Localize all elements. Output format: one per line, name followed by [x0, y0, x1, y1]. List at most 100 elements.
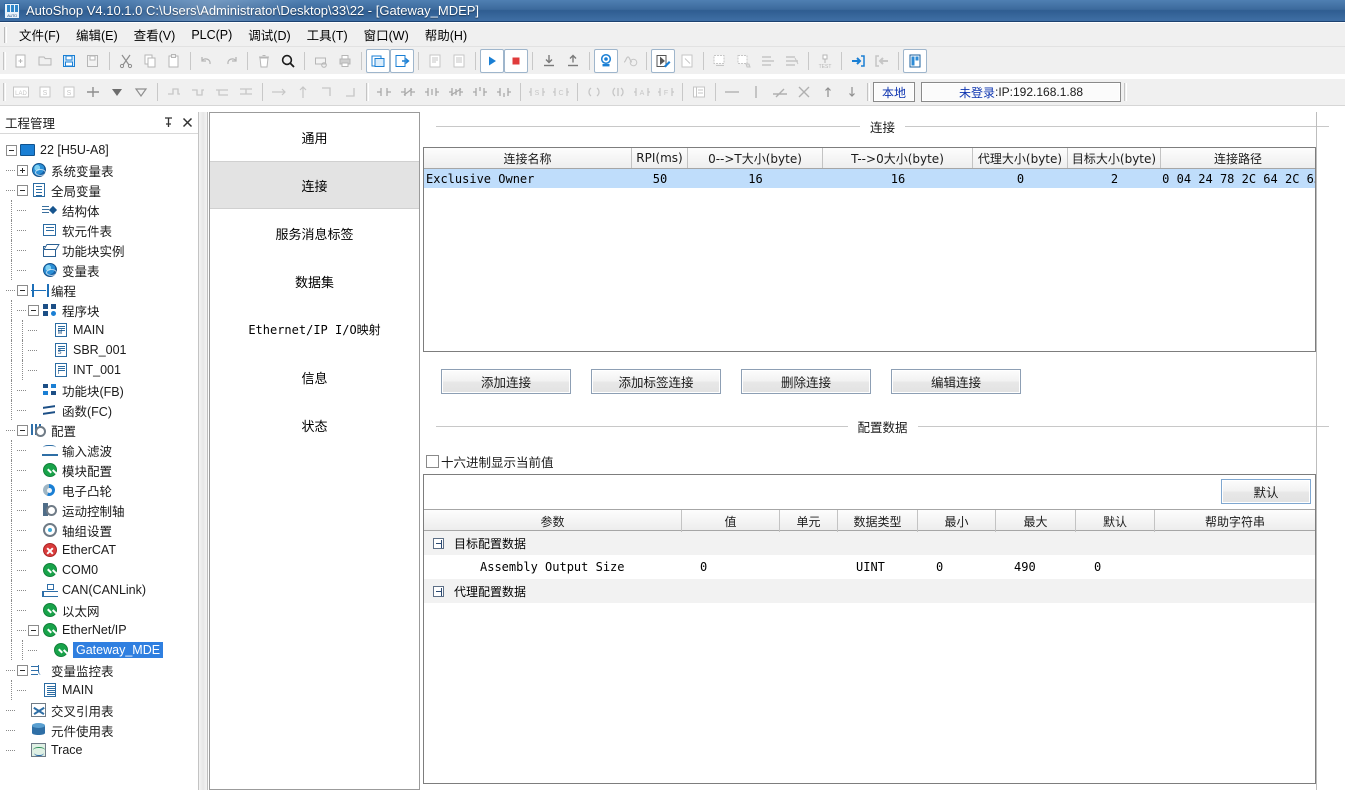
delete-hline-icon[interactable]: [768, 80, 792, 104]
branch-icon[interactable]: [81, 80, 105, 104]
menu-edit[interactable]: 编辑(E): [68, 22, 126, 47]
toolbar-grip-2[interactable]: [3, 83, 6, 101]
tree-item-main[interactable]: M MAIN: [6, 320, 198, 340]
hex-display-checkbox[interactable]: [426, 455, 439, 468]
tree-item-axis-group[interactable]: 轴组设置: [6, 520, 198, 540]
contact-nc2-icon[interactable]: [444, 80, 468, 104]
corner-up-right-icon[interactable]: [339, 80, 363, 104]
nav-status[interactable]: 状态: [210, 401, 419, 449]
config-column-header[interactable]: 帮助字符串: [1155, 510, 1315, 532]
tree-item-program-blocks[interactable]: 程序块: [6, 300, 198, 320]
tree-item-ethernet-ip[interactable]: EtherNet/IP: [6, 620, 198, 640]
panel-splitter[interactable]: [199, 112, 208, 790]
config-column-header[interactable]: 最小: [918, 510, 996, 532]
connection-table-body[interactable]: Exclusive Owner 50 16 16 0 2 20 04 24 78 2C 64…: [424, 169, 1315, 188]
connection-column-header[interactable]: 0-->T大小(byte): [688, 148, 823, 168]
nav-eip-io-mapping[interactable]: Ethernet/IP I/O映射: [210, 305, 419, 353]
tree-item-device[interactable]: 22 [H5U-A8]: [6, 140, 198, 160]
config-column-header[interactable]: 最大: [996, 510, 1076, 532]
tree-collapse-icon[interactable]: [28, 304, 39, 316]
reset-coil-icon[interactable]: C: [549, 80, 573, 104]
tree-item-programming[interactable]: 编程: [6, 280, 198, 300]
cut-icon[interactable]: [114, 49, 138, 73]
delete-connection-button[interactable]: 删除连接: [741, 369, 871, 394]
tree-collapse-icon[interactable]: [17, 184, 28, 196]
group-collapse-icon[interactable]: [433, 585, 444, 597]
nav-dataset[interactable]: 数据集: [210, 257, 419, 305]
connection-column-header[interactable]: T-->0大小(byte): [823, 148, 973, 168]
tree-item-configuration[interactable]: 配置: [6, 420, 198, 440]
connection-table-row[interactable]: Exclusive Owner 50 16 16 0 2 20 04 24 78 2C 64…: [424, 169, 1315, 188]
delete-network-icon[interactable]: [732, 49, 756, 73]
tree-item-cross-reference[interactable]: 交叉引用表: [6, 700, 198, 720]
tree-collapse-icon[interactable]: [17, 424, 28, 436]
down-arrow-icon[interactable]: [840, 80, 864, 104]
tree-item-structure[interactable]: 结构体: [6, 200, 198, 220]
new-file-icon[interactable]: [9, 49, 33, 73]
annotate-icon[interactable]: [675, 49, 699, 73]
config-column-header[interactable]: 默认: [1076, 510, 1155, 532]
nav-info[interactable]: 信息: [210, 353, 419, 401]
search-icon[interactable]: [276, 49, 300, 73]
compile-icon[interactable]: [423, 49, 447, 73]
login-icon[interactable]: [846, 49, 870, 73]
st2-mode-icon[interactable]: S: [57, 80, 81, 104]
device-panel-icon[interactable]: [903, 48, 927, 73]
save-all-icon[interactable]: [81, 49, 105, 73]
delete-trash-icon[interactable]: [252, 49, 276, 73]
tree-item-monitor-main[interactable]: MAIN: [6, 680, 198, 700]
toolbar-grip-3[interactable]: [366, 83, 369, 101]
arrow-up-icon[interactable]: [291, 80, 315, 104]
tree-collapse-icon[interactable]: [17, 284, 28, 296]
insert-branch-down-icon[interactable]: [186, 80, 210, 104]
toolbar-grip-4[interactable]: [867, 83, 870, 101]
lad-mode-icon[interactable]: LAD: [9, 80, 33, 104]
tree-item-trace[interactable]: Trace: [6, 740, 198, 760]
contact-rising-icon[interactable]: [468, 80, 492, 104]
connection-column-header[interactable]: RPI(ms): [632, 148, 688, 168]
undo-icon[interactable]: [195, 49, 219, 73]
tree-item-can[interactable]: CAN(CANLink): [6, 580, 198, 600]
contact-no-icon[interactable]: [372, 80, 396, 104]
menu-window[interactable]: 窗口(W): [356, 22, 417, 47]
stop-icon[interactable]: [504, 48, 528, 73]
config-group-proxy[interactable]: 代理配置数据: [424, 579, 1315, 603]
comment-block-icon[interactable]: [687, 80, 711, 104]
config-column-header[interactable]: 单元: [780, 510, 838, 532]
tree-item-function[interactable]: 函数(FC): [6, 400, 198, 420]
local-mode-chip[interactable]: 本地: [873, 82, 916, 102]
add-connection-button[interactable]: 添加连接: [441, 369, 571, 394]
print-preview-icon[interactable]: [309, 49, 333, 73]
open-folder-icon[interactable]: [33, 49, 57, 73]
connection-column-header[interactable]: 连接路径: [1161, 148, 1315, 168]
tree-item-variable-table[interactable]: 变量表: [6, 260, 198, 280]
tree-item-int-001[interactable]: I INT_001: [6, 360, 198, 380]
menu-file[interactable]: 文件(F): [11, 22, 68, 47]
tree-item-ethercat[interactable]: EtherCAT: [6, 540, 198, 560]
tree-item-sbr-001[interactable]: S SBR_001: [6, 340, 198, 360]
config-column-header[interactable]: 数据类型: [838, 510, 918, 532]
vline-icon[interactable]: [744, 80, 768, 104]
tree-expand-icon[interactable]: [17, 164, 28, 176]
tree-item-module-config[interactable]: 模块配置: [6, 460, 198, 480]
monitor-mode-icon[interactable]: [594, 48, 618, 73]
download-icon[interactable]: [537, 49, 561, 73]
coil-f-icon[interactable]: F: [654, 80, 678, 104]
config-column-header[interactable]: 值: [682, 510, 780, 532]
toolbar-grip-1[interactable]: [3, 51, 6, 70]
tree-item-system-variable-table[interactable]: 系统变量表: [6, 160, 198, 180]
nav-connection[interactable]: 连接: [210, 161, 419, 209]
tree-item-global-variable[interactable]: 全局变量: [6, 180, 198, 200]
connection-column-header[interactable]: 目标大小(byte): [1068, 148, 1161, 168]
window-export-icon[interactable]: [390, 48, 414, 73]
default-button[interactable]: 默认: [1221, 479, 1311, 504]
menu-tools[interactable]: 工具(T): [299, 22, 356, 47]
connection-column-header[interactable]: 连接名称: [424, 148, 632, 168]
run-icon[interactable]: [480, 48, 504, 73]
coil-a-icon[interactable]: A: [630, 80, 654, 104]
tree-item-ethernet[interactable]: 以太网: [6, 600, 198, 620]
tree-item-com0[interactable]: COM0: [6, 560, 198, 580]
config-row-assembly-output-size[interactable]: Assembly Output Size 0 UINT 0 490 0: [424, 555, 1315, 579]
window-tile-icon[interactable]: [366, 48, 390, 73]
move-down-filled-icon[interactable]: [105, 80, 129, 104]
